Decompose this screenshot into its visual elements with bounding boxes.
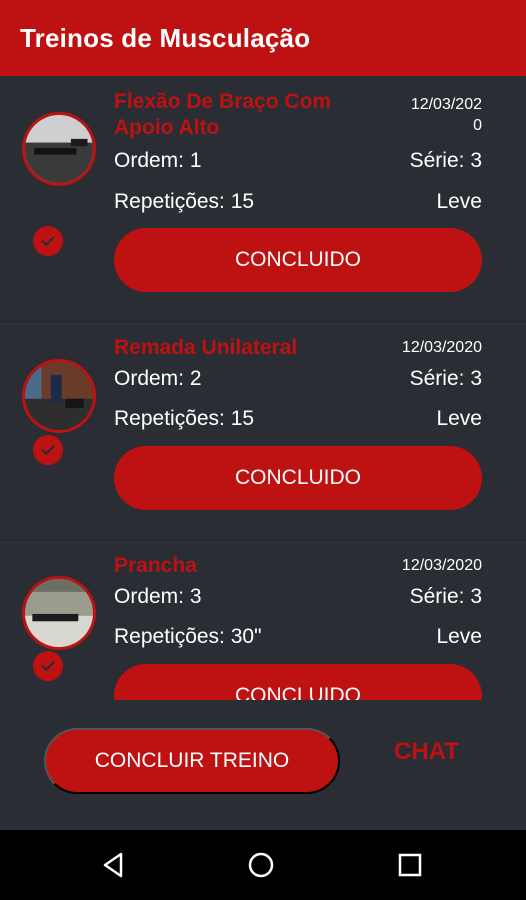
- exercise-reps: Repetições: 30": [114, 625, 262, 648]
- exercise-date: 12/03/2020: [410, 96, 482, 134]
- exercise-title: Flexão De Braço Com Apoio Alto: [114, 90, 332, 139]
- workout-footer: CONCLUIR TREINO CHAT: [0, 700, 526, 830]
- exercise-card: Flexão De Braço Com Apoio Alto 12/03/202…: [0, 76, 526, 322]
- home-icon[interactable]: [246, 850, 276, 880]
- exercise-thumbnail: [22, 359, 96, 433]
- exercise-intensity: Leve: [436, 190, 482, 213]
- back-icon[interactable]: [99, 850, 129, 880]
- exercise-date: 12/03/2020: [401, 557, 482, 574]
- completed-check-icon: [33, 435, 63, 465]
- completed-check-icon: [33, 651, 63, 681]
- exercise-photo-icon: [25, 362, 93, 430]
- app-bar: Treinos de Musculação: [0, 0, 526, 76]
- concluido-button[interactable]: CONCLUIDO: [114, 228, 482, 292]
- concluido-button[interactable]: CONCLUIDO: [114, 446, 482, 510]
- page-title: Treinos de Musculação: [20, 22, 311, 53]
- exercise-date: 12/03/2020: [401, 339, 482, 356]
- exercise-order: Ordem: 1: [114, 149, 202, 172]
- exercise-thumbnail: [22, 112, 96, 186]
- exercise-title: Remada Unilateral: [114, 336, 298, 359]
- exercise-order: Ordem: 3: [114, 585, 202, 608]
- exercise-intensity: Leve: [436, 625, 482, 648]
- recents-icon[interactable]: [395, 850, 425, 880]
- exercise-series: Série: 3: [409, 585, 482, 608]
- exercise-series: Série: 3: [409, 367, 482, 390]
- exercise-card: Remada Unilateral 12/03/2020 Ordem: 2 Sé…: [0, 324, 526, 540]
- exercise-order: Ordem: 2: [114, 367, 202, 390]
- completed-check-icon: [33, 226, 63, 256]
- concluir-treino-button[interactable]: CONCLUIR TREINO: [44, 728, 340, 794]
- android-navigation-bar: [0, 830, 526, 900]
- exercise-card: Prancha 12/03/2020 Ordem: 3 Série: 3 Rep…: [0, 542, 526, 700]
- chat-link[interactable]: CHAT: [394, 738, 459, 766]
- exercise-reps: Repetições: 15: [114, 407, 255, 430]
- concluido-button[interactable]: CONCLUIDO: [114, 664, 482, 700]
- exercise-list[interactable]: Flexão De Braço Com Apoio Alto 12/03/202…: [0, 76, 526, 700]
- exercise-thumbnail: [22, 576, 96, 650]
- exercise-reps: Repetições: 15: [114, 190, 255, 213]
- exercise-series: Série: 3: [409, 149, 482, 172]
- exercise-intensity: Leve: [436, 407, 482, 430]
- exercise-title: Prancha: [114, 554, 197, 577]
- exercise-photo-icon: [25, 115, 93, 183]
- exercise-photo-icon: [25, 579, 93, 647]
